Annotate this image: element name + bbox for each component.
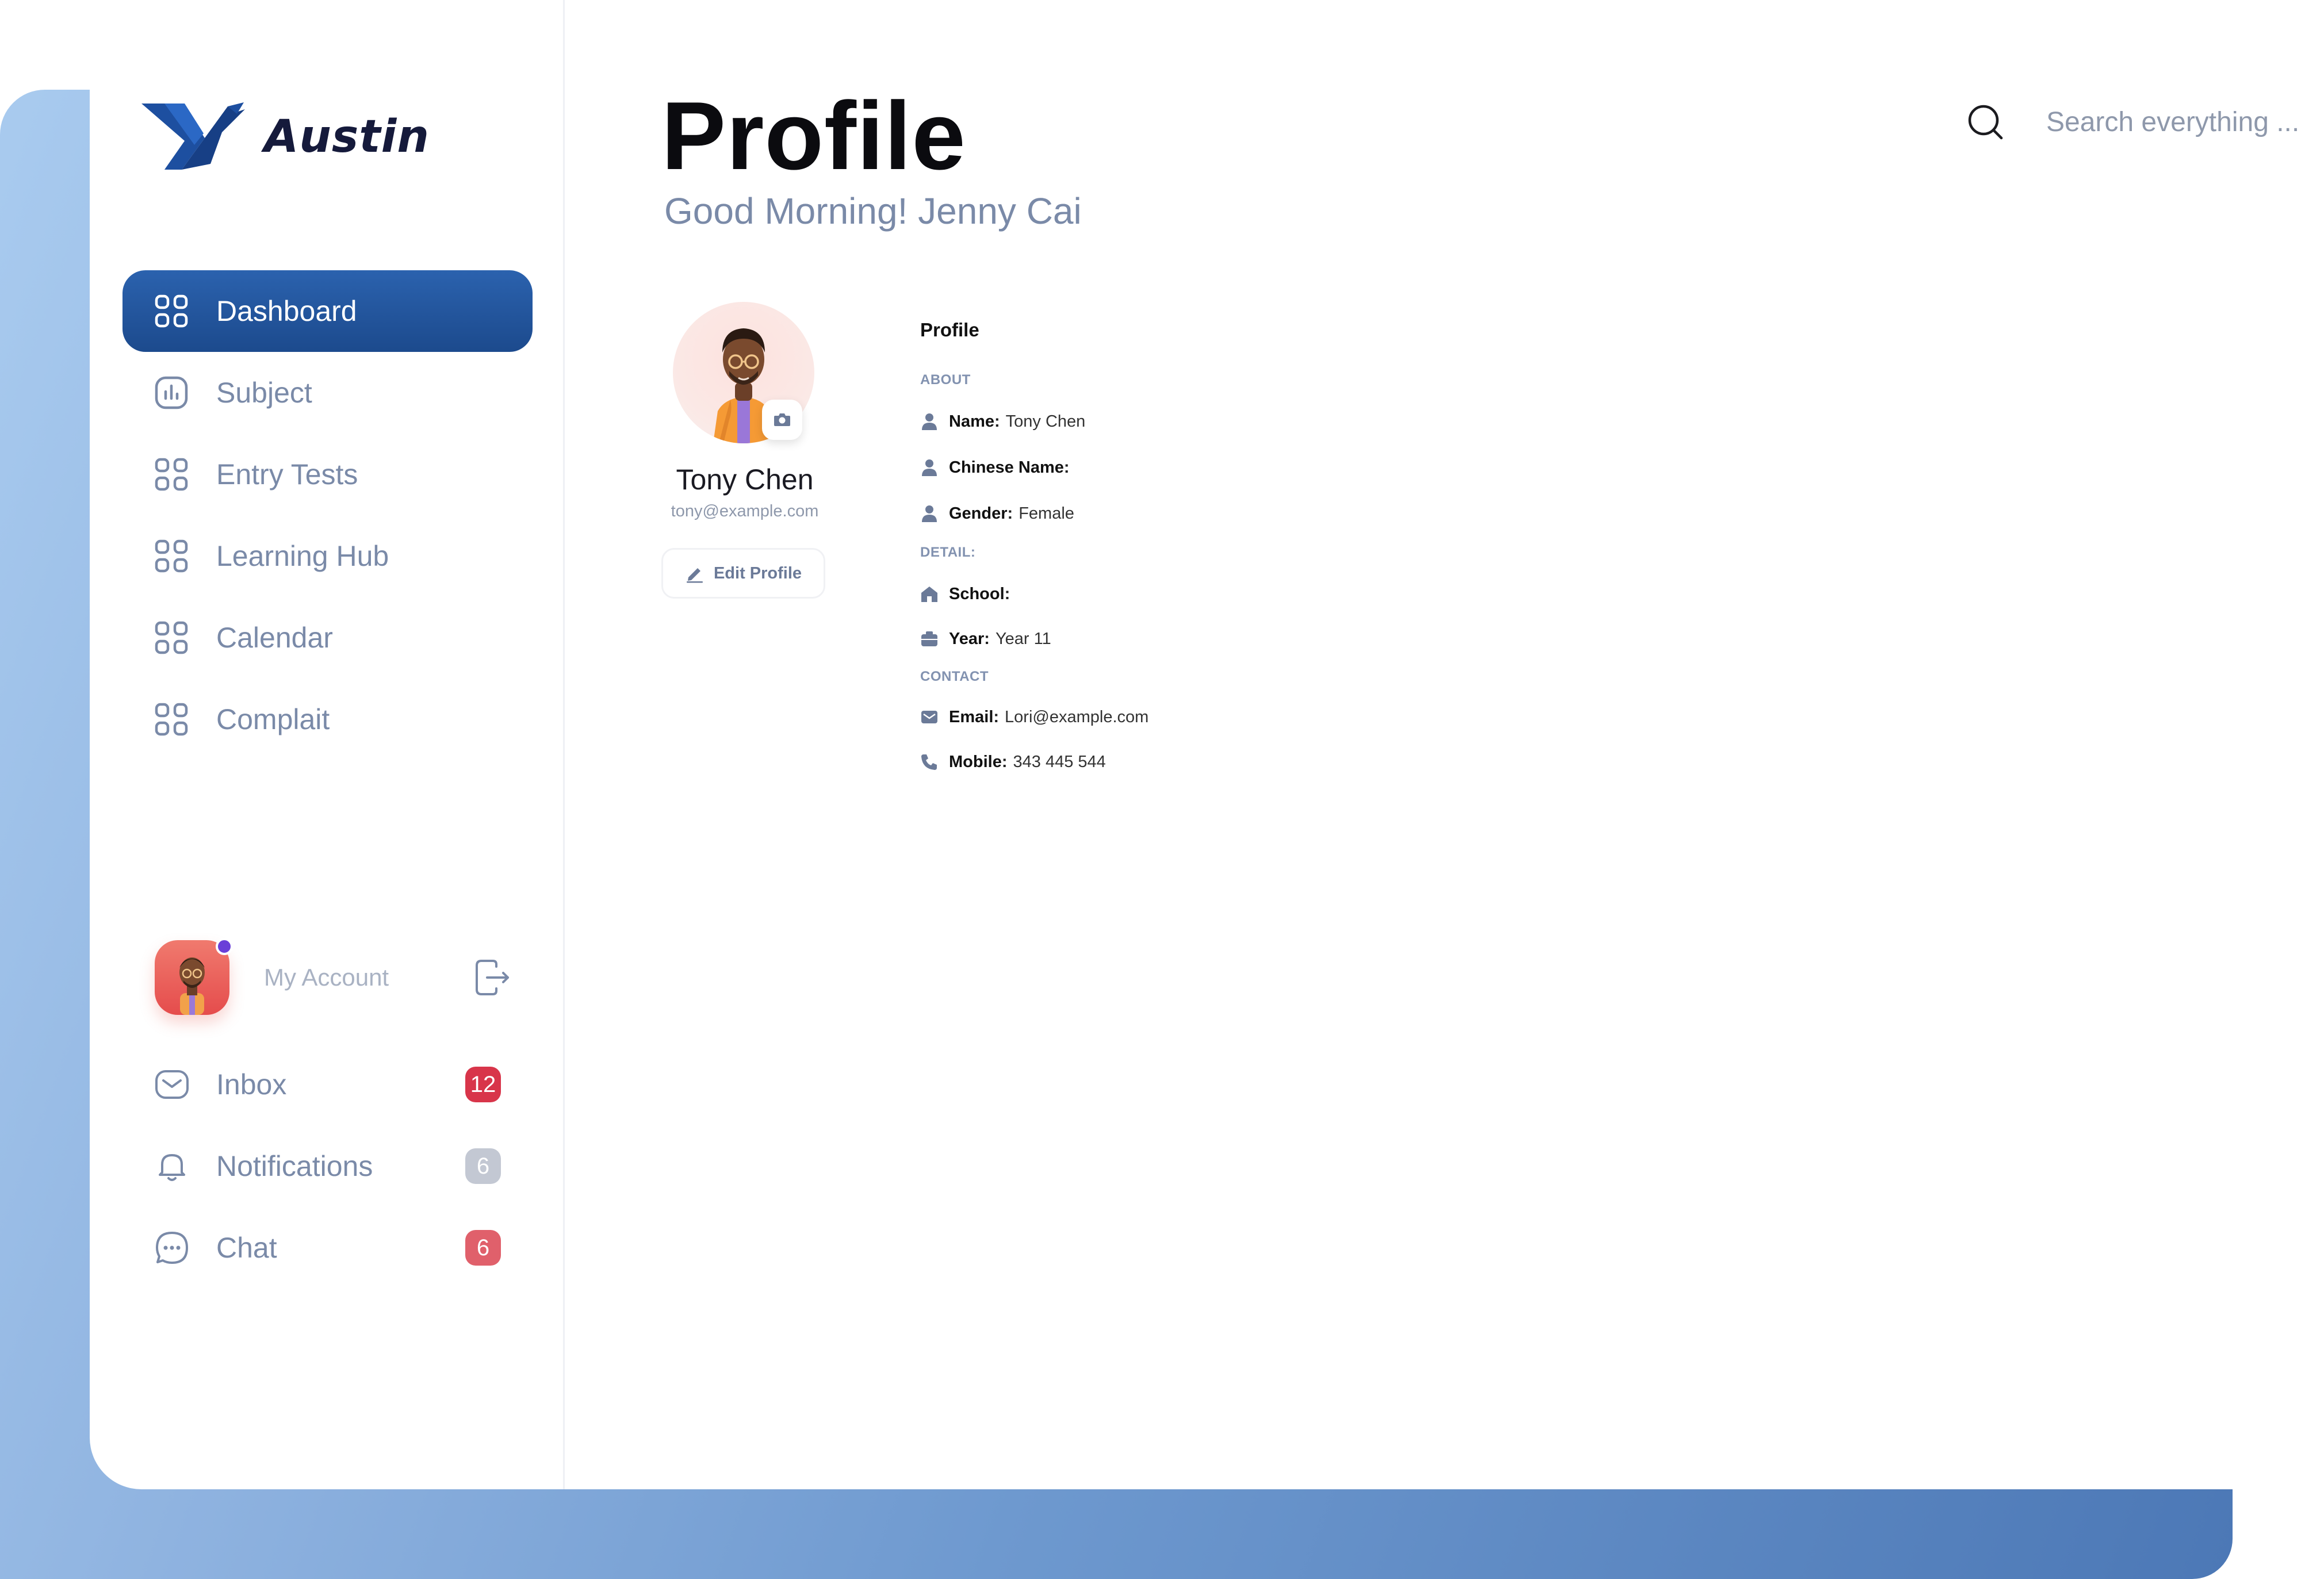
change-photo-button[interactable]: [762, 400, 802, 440]
chat-count-badge: 6: [465, 1230, 501, 1266]
search-input[interactable]: Search everything ...: [2046, 106, 2299, 138]
mobile-value[interactable]: 343 445 544: [1013, 753, 1106, 772]
bottom-nav: Inbox 12 Notifications 6 Chat 6: [122, 1044, 533, 1289]
user-icon: [920, 412, 939, 431]
user-icon: [920, 458, 939, 477]
chart-icon: [154, 375, 189, 410]
sidebar-item-subject[interactable]: Subject: [122, 352, 533, 434]
search-icon[interactable]: [1966, 102, 2005, 141]
briefcase-icon: [920, 630, 939, 648]
inbox-count-badge: 12: [465, 1067, 501, 1102]
grid-icon: [154, 457, 189, 492]
sidebar-item-dashboard[interactable]: Dashboard: [122, 270, 533, 352]
grid-icon: [154, 620, 189, 655]
contact-heading: CONTACT: [920, 669, 989, 684]
brand-name: Austin: [264, 110, 430, 163]
sidebar-item-label: Inbox: [216, 1068, 287, 1101]
details-title: Profile: [920, 319, 979, 340]
grid-icon: [154, 539, 189, 573]
greeting-text: Good Morning! Jenny Cai: [664, 190, 1082, 232]
email-value[interactable]: Lori@example.com: [1005, 708, 1148, 727]
phone-icon: [920, 753, 939, 771]
account-label: My Account: [264, 964, 389, 991]
bell-icon: [154, 1148, 190, 1184]
logout-icon[interactable]: [473, 959, 511, 997]
profile-email: tony@example.com: [671, 502, 819, 520]
detail-row-email: Email: Lori@example.com: [920, 706, 1148, 729]
notifications-count-badge: 6: [465, 1148, 501, 1184]
detail-row-name: Name: Tony Chen: [920, 410, 1085, 433]
sidebar-item-label: Calendar: [216, 622, 333, 654]
gender-value: Female: [1019, 504, 1074, 523]
pencil-icon: [686, 568, 703, 583]
user-icon: [920, 504, 939, 523]
sidebar-item-label: Learning Hub: [216, 540, 389, 572]
chat-icon: [154, 1230, 190, 1266]
sidebar-item-label: Dashboard: [216, 295, 357, 327]
sidebar-item-calendar[interactable]: Calendar: [122, 597, 533, 679]
sidebar-item-label: Chat: [216, 1232, 277, 1264]
search-bar[interactable]: Search everything ...: [1966, 102, 2299, 141]
detail-heading: DETAIL:: [920, 545, 976, 560]
page-title: Profile: [661, 82, 966, 190]
sidebar-item-inbox[interactable]: Inbox 12: [122, 1044, 533, 1125]
detail-row-mobile: Mobile: 343 445 544: [920, 750, 1106, 773]
sidebar: Austin Dashboard Subject Entry Tests Lea…: [90, 0, 565, 1489]
name-value: Tony Chen: [1005, 412, 1086, 431]
grid-icon: [154, 702, 189, 737]
sidebar-item-entry-tests[interactable]: Entry Tests: [122, 434, 533, 515]
edit-profile-label: Edit Profile: [713, 564, 802, 582]
sidebar-nav: Dashboard Subject Entry Tests Learning H…: [122, 270, 533, 760]
brand-logo[interactable]: Austin: [141, 98, 430, 175]
sidebar-item-learning-hub[interactable]: Learning Hub: [122, 515, 533, 597]
about-heading: ABOUT: [920, 372, 971, 388]
my-account[interactable]: My Account: [155, 937, 511, 1018]
sidebar-item-complait[interactable]: Complait: [122, 679, 533, 760]
sidebar-item-label: Complait: [216, 703, 330, 735]
online-status-dot: [216, 938, 233, 955]
avatar[interactable]: [155, 938, 233, 1015]
sidebar-item-label: Subject: [216, 377, 312, 409]
home-icon: [920, 585, 939, 603]
year-value: Year 11: [995, 629, 1051, 648]
detail-row-school: School:: [920, 582, 1016, 605]
sidebar-item-chat[interactable]: Chat 6: [122, 1207, 533, 1289]
sidebar-item-notifications[interactable]: Notifications 6: [122, 1125, 533, 1207]
mail-icon: [154, 1067, 190, 1102]
mail-icon: [920, 708, 939, 726]
edit-profile-button[interactable]: Edit Profile: [661, 548, 825, 599]
sidebar-item-label: Notifications: [216, 1150, 373, 1182]
sidebar-item-label: Entry Tests: [216, 458, 358, 490]
bird-logo-icon: [141, 102, 245, 170]
grid-icon: [154, 294, 189, 328]
camera-icon: [774, 413, 790, 426]
detail-row-gender: Gender: Female: [920, 502, 1074, 525]
profile-name: Tony Chen: [676, 463, 814, 496]
detail-row-chinese-name: Chinese Name:: [920, 456, 1075, 479]
detail-row-year: Year: Year 11: [920, 627, 1051, 650]
